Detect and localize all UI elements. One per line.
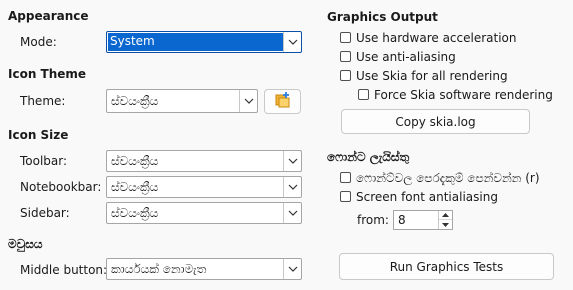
screen-aa-label[interactable]: Screen font antialiasing: [356, 190, 498, 204]
middle-button-value: කාර්යයක් නොමැත: [111, 262, 207, 276]
font-preview-checkbox[interactable]: [340, 172, 351, 183]
chevron-down-icon: [283, 203, 301, 223]
run-graphics-tests-button[interactable]: Run Graphics Tests: [339, 253, 554, 280]
chevron-down-icon: [283, 177, 301, 197]
chevron-down-icon: [283, 259, 301, 279]
notebookbar-size-label: Notebookbar:: [20, 180, 102, 194]
force-skia-checkbox[interactable]: [358, 89, 369, 100]
antialias-checkbox[interactable]: [340, 51, 351, 62]
mode-dropdown[interactable]: System: [106, 31, 302, 53]
from-spinbox[interactable]: 8: [393, 210, 453, 230]
mode-value: System: [110, 34, 155, 48]
toolbar-size-label: Toolbar:: [20, 154, 68, 168]
antialias-label[interactable]: Use anti-aliasing: [356, 50, 456, 64]
skia-checkbox[interactable]: [340, 70, 351, 81]
add-extension-button[interactable]: [264, 89, 301, 114]
sidebar-size-label: Sidebar:: [20, 206, 70, 220]
font-lists-heading: ෆොන්ට ලැයිස්තු: [327, 150, 410, 164]
skia-label[interactable]: Use Skia for all rendering: [356, 69, 508, 83]
add-extension-icon: [274, 91, 292, 112]
sidebar-size-value: ස්වයංක්‍රීය: [111, 206, 159, 220]
toolbar-size-value: ස්වයංක්‍රීය: [111, 154, 159, 168]
hw-accel-label[interactable]: Use hardware acceleration: [356, 31, 517, 45]
theme-label: Theme:: [20, 94, 66, 108]
mouse-heading: මවුසය: [8, 237, 43, 251]
middle-button-label: Middle button:: [20, 263, 108, 277]
force-skia-label[interactable]: Force Skia software rendering: [374, 88, 553, 102]
chevron-down-icon: [239, 90, 257, 112]
icon-theme-heading: Icon Theme: [8, 67, 87, 81]
spin-down-button[interactable]: [439, 220, 452, 229]
from-value: 8: [398, 213, 406, 227]
icon-size-heading: Icon Size: [8, 128, 69, 142]
middle-button-dropdown[interactable]: කාර්යයක් නොමැත: [106, 258, 302, 280]
notebookbar-size-dropdown[interactable]: ස්වයංක්‍රීය: [106, 176, 302, 198]
sidebar-size-dropdown[interactable]: ස්වයංක්‍රීය: [106, 202, 302, 224]
copy-skia-log-button[interactable]: Copy skia.log: [341, 109, 530, 134]
chevron-down-icon: [283, 151, 301, 171]
graphics-output-heading: Graphics Output: [327, 10, 438, 24]
from-label: from:: [357, 213, 389, 227]
theme-dropdown[interactable]: ස්වයංක්‍රීය: [106, 89, 258, 113]
hw-accel-checkbox[interactable]: [340, 32, 351, 43]
spin-up-button[interactable]: [439, 211, 452, 220]
font-preview-label[interactable]: ෆොන්ට්වල පෙරදැකුම් පෙන්වන්න (r): [356, 171, 540, 186]
mode-label: Mode:: [20, 35, 57, 49]
notebookbar-size-value: ස්වයංක්‍රීය: [111, 180, 159, 194]
toolbar-size-dropdown[interactable]: ස්වයංක්‍රීය: [106, 150, 302, 172]
chevron-down-icon: [283, 32, 301, 52]
appearance-heading: Appearance: [8, 9, 89, 23]
theme-value: ස්වයංක්‍රීය: [111, 94, 159, 108]
screen-aa-checkbox[interactable]: [340, 191, 351, 202]
